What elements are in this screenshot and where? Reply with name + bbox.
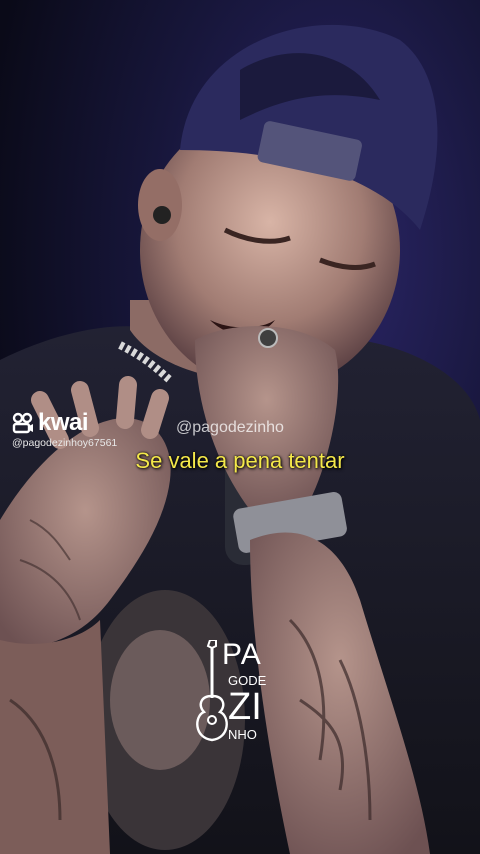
watermark-line4: NHO [228, 727, 257, 742]
kwai-logo-icon [12, 412, 33, 434]
watermark-line3: ZI [228, 686, 262, 728]
watermark-line1: PA [222, 638, 262, 671]
pagodezinho-watermark: PA GODE ZI NHO [192, 640, 292, 750]
kwai-brand-text: kwai [38, 409, 89, 436]
lyric-caption: Se vale a pena tentar [135, 448, 345, 473]
video-frame[interactable]: kwai @pagodezinhoy67561 @pagodezinho Se … [0, 0, 480, 854]
kwai-watermark: kwai @pagodezinhoy67561 [12, 409, 124, 450]
channel-handle: @pagodezinho [176, 419, 284, 436]
